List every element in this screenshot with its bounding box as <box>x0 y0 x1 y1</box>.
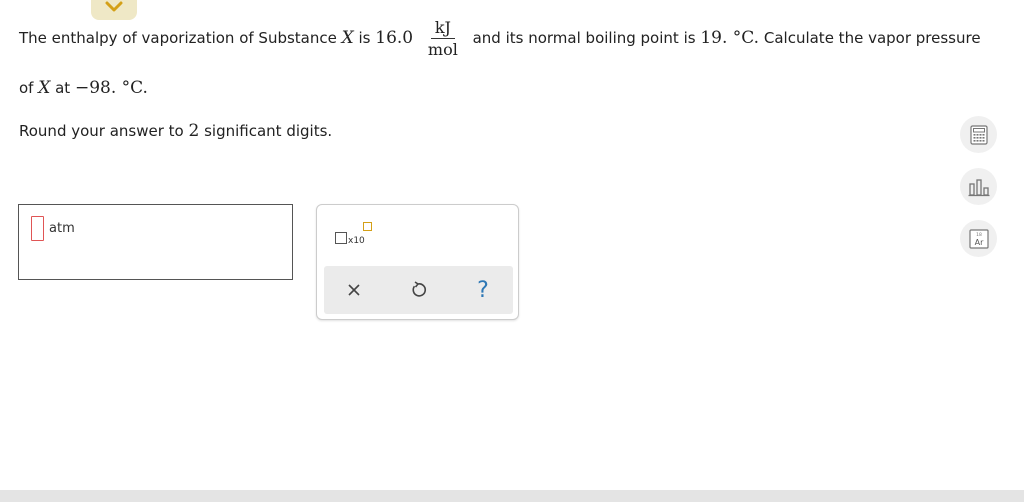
instruction-text: Round your answer to <box>19 122 189 140</box>
action-toolbar: ? <box>324 266 513 314</box>
variable-x: X <box>341 28 354 48</box>
question-line-2: of X at −98. °C. <box>19 78 148 98</box>
fraction-denominator: mol <box>427 40 458 59</box>
scientific-notation-button[interactable]: x10 <box>335 221 380 251</box>
temperature-value: −98. <box>74 78 117 98</box>
undo-icon <box>412 281 426 297</box>
calculator-icon <box>969 124 988 145</box>
variable-x: X <box>38 78 51 98</box>
question-line-1: The enthalpy of vaporization of Substanc… <box>19 17 981 60</box>
fraction-numerator: kJ <box>430 17 455 39</box>
question-text: and its normal boiling point is <box>467 29 701 47</box>
question-text: Calculate the vapor pressure <box>759 29 981 47</box>
question-text: at <box>50 79 75 97</box>
answer-unit-label: atm <box>49 221 75 236</box>
unit-celsius: °C. <box>727 28 760 48</box>
clear-button[interactable] <box>342 278 366 302</box>
sci-exponent-box <box>363 222 372 231</box>
rounding-instruction: Round your answer to 2 significant digit… <box>19 121 332 141</box>
question-text: is <box>353 29 376 47</box>
question-text: The enthalpy of vaporization of Substanc… <box>19 29 342 47</box>
bar-chart-icon <box>968 178 989 196</box>
sci-base-box <box>335 232 347 244</box>
sig-figs-value: 2 <box>188 121 200 141</box>
svg-text:Ar: Ar <box>974 238 983 247</box>
unit-fraction: kJ mol <box>424 17 462 60</box>
boiling-point-value: 19. <box>700 28 728 48</box>
help-icon: ? <box>477 277 489 303</box>
help-button[interactable]: ? <box>471 277 495 303</box>
calculator-button[interactable] <box>960 116 997 153</box>
math-tool-panel: x10 ? <box>316 204 519 320</box>
periodic-table-button[interactable]: 18 Ar <box>960 220 997 257</box>
enthalpy-value: 16.0 <box>375 28 414 48</box>
undo-button[interactable] <box>406 278 430 302</box>
question-text: of <box>19 79 39 97</box>
answer-input[interactable] <box>31 216 44 241</box>
chevron-down-icon <box>105 1 123 12</box>
periodic-table-icon: 18 Ar <box>968 228 989 249</box>
x10-label: x10 <box>348 236 365 246</box>
unit-celsius: °C. <box>116 78 148 98</box>
bottom-bar <box>0 490 1024 502</box>
instruction-text: significant digits. <box>199 122 333 140</box>
answer-box: atm <box>18 204 293 280</box>
close-icon <box>348 284 360 296</box>
data-chart-button[interactable] <box>960 168 997 205</box>
